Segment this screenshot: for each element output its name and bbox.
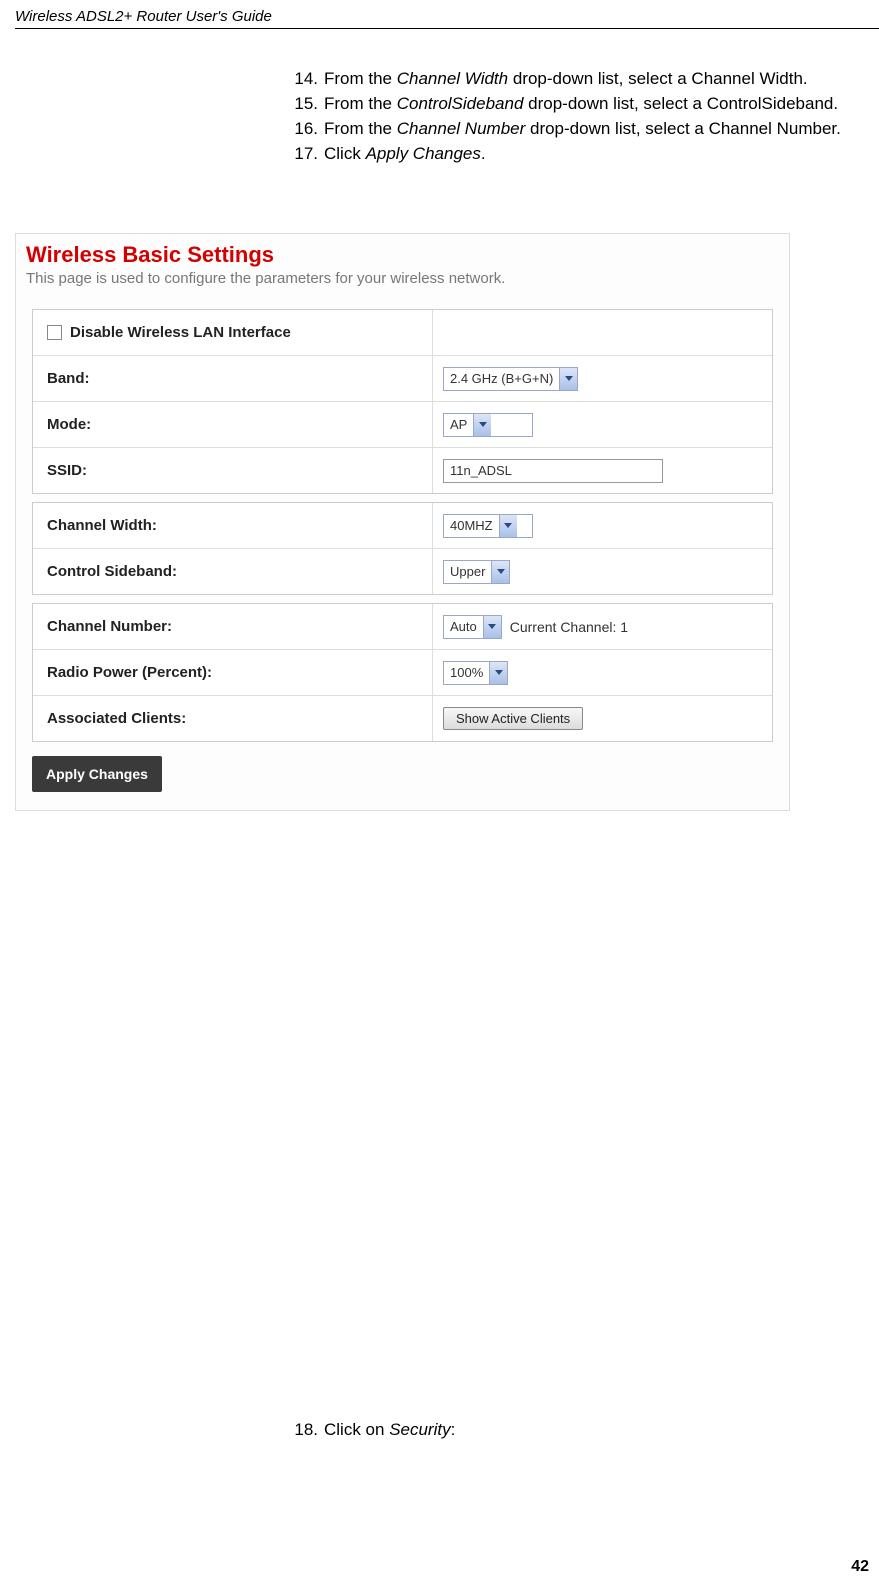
row-associated-clients: Associated Clients: Show Active Clients <box>33 696 772 741</box>
step-number: 14. <box>290 68 324 91</box>
page-title: Wireless Basic Settings <box>16 234 789 268</box>
chevron-down-icon <box>491 561 509 583</box>
control-sideband-value: Upper <box>444 564 491 579</box>
associated-clients-label: Associated Clients: <box>33 696 433 741</box>
mode-label: Mode: <box>33 402 433 447</box>
row-band: Band: 2.4 GHz (B+G+N) <box>33 356 772 402</box>
instruction-list: 14. From the Channel Width drop-down lis… <box>290 68 879 168</box>
step-text: Click on Security: <box>324 1420 455 1440</box>
row-channel-width: Channel Width: 40MHZ <box>33 503 772 549</box>
radio-power-label: Radio Power (Percent): <box>33 650 433 695</box>
channel-width-select[interactable]: 40MHZ <box>443 514 533 538</box>
channel-width-value: 40MHZ <box>444 518 499 533</box>
text-em: Security <box>389 1420 450 1439</box>
channel-number-value: Auto <box>444 619 483 634</box>
text-em: Apply Changes <box>366 144 481 163</box>
row-control-sideband: Control Sideband: Upper <box>33 549 772 594</box>
apply-bar: Apply Changes <box>32 756 773 792</box>
radio-power-value: 100% <box>444 665 489 680</box>
row-mode: Mode: AP <box>33 402 772 448</box>
control-sideband-label: Control Sideband: <box>33 549 433 594</box>
chevron-down-icon <box>489 662 507 684</box>
disable-wireless-checkbox[interactable] <box>47 325 62 340</box>
channel-number-label: Channel Number: <box>33 604 433 649</box>
settings-group-1: Disable Wireless LAN Interface Band: 2.4… <box>32 309 773 494</box>
step-number: 18. <box>290 1420 324 1440</box>
text-post: drop-down list, select a ControlSideband… <box>523 94 838 113</box>
step-18: 18. Click on Security: <box>290 1420 455 1440</box>
step-number: 16. <box>290 118 324 141</box>
header-divider <box>15 28 879 29</box>
disable-wireless-text: Disable Wireless LAN Interface <box>70 324 291 341</box>
text-em: Channel Width <box>397 69 508 88</box>
page-number: 42 <box>851 1558 869 1576</box>
settings-group-3: Channel Number: Auto Current Channel: 1 … <box>32 603 773 742</box>
step-number: 15. <box>290 93 324 116</box>
settings-group-2: Channel Width: 40MHZ Control Sideband: U… <box>32 502 773 595</box>
text-em: Channel Number <box>397 119 526 138</box>
step-text: From the ControlSideband drop-down list,… <box>324 93 879 116</box>
disable-wireless-label: Disable Wireless LAN Interface <box>33 310 433 355</box>
text-pre: Click on <box>324 1420 389 1439</box>
channel-number-select[interactable]: Auto <box>443 615 502 639</box>
channel-width-label: Channel Width: <box>33 503 433 548</box>
show-active-clients-button[interactable]: Show Active Clients <box>443 707 583 730</box>
mode-select[interactable]: AP <box>443 413 533 437</box>
text-post: drop-down list, select a Channel Width. <box>508 69 808 88</box>
text-post: drop-down list, select a Channel Number. <box>525 119 841 138</box>
header-title: Wireless ADSL2+ Router User's Guide <box>15 8 272 25</box>
step-14: 14. From the Channel Width drop-down lis… <box>290 68 879 91</box>
row-disable-wireless: Disable Wireless LAN Interface <box>33 310 772 356</box>
wireless-settings-screenshot: Wireless Basic Settings This page is use… <box>15 233 790 811</box>
chevron-down-icon <box>559 368 577 390</box>
ssid-value: 11n_ADSL <box>450 463 512 478</box>
text-pre: From the <box>324 119 397 138</box>
band-value: 2.4 GHz (B+G+N) <box>444 371 559 386</box>
step-text: From the Channel Number drop-down list, … <box>324 118 879 141</box>
text-pre: From the <box>324 94 397 113</box>
chevron-down-icon <box>473 414 491 436</box>
step-17: 17. Click Apply Changes. <box>290 143 879 166</box>
band-select[interactable]: 2.4 GHz (B+G+N) <box>443 367 578 391</box>
text-post: : <box>451 1420 456 1439</box>
step-15: 15. From the ControlSideband drop-down l… <box>290 93 879 116</box>
page-subtitle: This page is used to configure the param… <box>16 268 789 301</box>
step-text: Click Apply Changes. <box>324 143 879 166</box>
chevron-down-icon <box>499 515 517 537</box>
step-text: From the Channel Width drop-down list, s… <box>324 68 879 91</box>
mode-value: AP <box>444 417 473 432</box>
chevron-down-icon <box>483 616 501 638</box>
text-post: . <box>481 144 486 163</box>
text-em: ControlSideband <box>397 94 524 113</box>
apply-changes-button[interactable]: Apply Changes <box>32 756 162 792</box>
text-pre: From the <box>324 69 397 88</box>
row-ssid: SSID: 11n_ADSL <box>33 448 772 493</box>
control-sideband-select[interactable]: Upper <box>443 560 510 584</box>
ssid-label: SSID: <box>33 448 433 493</box>
current-channel-text: Current Channel: 1 <box>510 619 628 635</box>
step-number: 17. <box>290 143 324 166</box>
row-radio-power: Radio Power (Percent): 100% <box>33 650 772 696</box>
radio-power-select[interactable]: 100% <box>443 661 508 685</box>
step-16: 16. From the Channel Number drop-down li… <box>290 118 879 141</box>
band-label: Band: <box>33 356 433 401</box>
text-pre: Click <box>324 144 366 163</box>
row-channel-number: Channel Number: Auto Current Channel: 1 <box>33 604 772 650</box>
empty-cell <box>433 310 772 355</box>
ssid-input[interactable]: 11n_ADSL <box>443 459 663 483</box>
